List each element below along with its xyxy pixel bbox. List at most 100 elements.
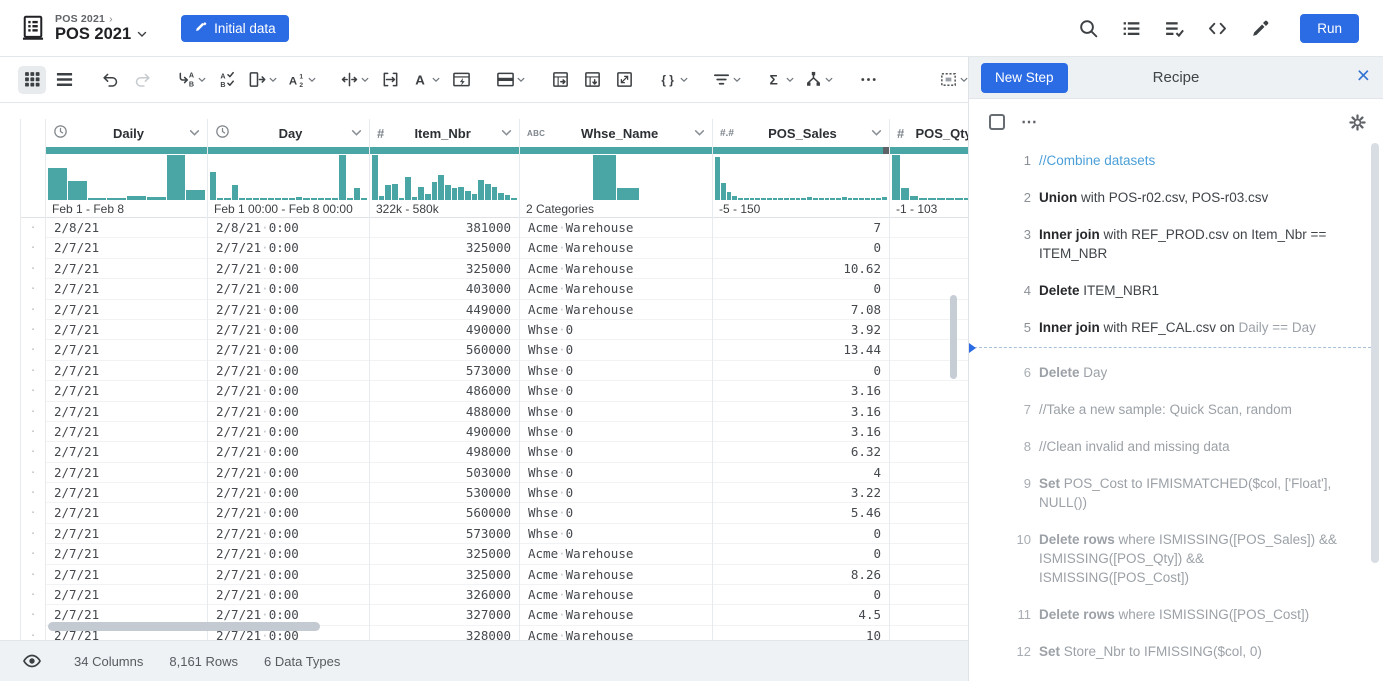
chevron-down-icon[interactable]: [871, 124, 882, 142]
toolbar-redo-icon[interactable]: [128, 66, 156, 94]
grid-cell[interactable]: Acme·Warehouse: [520, 605, 712, 625]
grid-cell[interactable]: 2/7/21: [46, 300, 207, 320]
toolbar-unpivot-icon[interactable]: [546, 66, 574, 94]
grid-cell[interactable]: 6.32: [713, 442, 889, 462]
toc-icon[interactable]: [1120, 17, 1142, 39]
grid-cell[interactable]: 2/7/21·0:00: [208, 503, 369, 523]
grid-cell[interactable]: 2/7/21: [46, 463, 207, 483]
toolbar-join-icon[interactable]: [801, 66, 836, 94]
row-handle[interactable]: ·: [21, 585, 45, 605]
quality-bar[interactable]: [890, 147, 968, 154]
grid-cell[interactable]: 2/7/21: [46, 585, 207, 605]
grid-cell[interactable]: 3.92: [713, 320, 889, 340]
grid-cell[interactable]: 326000: [370, 585, 519, 605]
row-handle[interactable]: ·: [21, 279, 45, 299]
toolbar-undo-icon[interactable]: [96, 66, 124, 94]
toolbar-lookup-icon[interactable]: AB: [174, 66, 209, 94]
grid-cell[interactable]: 5.46: [713, 503, 889, 523]
eyedropper-icon[interactable]: [1249, 17, 1271, 39]
grid-cell[interactable]: [890, 524, 968, 544]
grid-cell[interactable]: Acme·Warehouse: [520, 565, 712, 585]
grid-cell[interactable]: 10.62: [713, 259, 889, 279]
grid-cell[interactable]: 2/8/21·0:00: [208, 218, 369, 238]
grid-cell[interactable]: 325000: [370, 238, 519, 258]
grid-cell[interactable]: 0: [713, 585, 889, 605]
grid-cell[interactable]: Whse·0: [520, 524, 712, 544]
recipe-scrollbar[interactable]: [1371, 143, 1379, 563]
recipe-step-7[interactable]: 7//Take a new sample: Quick Scan, random: [1009, 400, 1348, 419]
quality-bar[interactable]: [208, 147, 369, 154]
grid-cell[interactable]: 2/7/21·0:00: [208, 259, 369, 279]
grid-cell[interactable]: 328000: [370, 626, 519, 640]
quality-bar[interactable]: [520, 147, 712, 154]
grid-cell[interactable]: 2/7/21: [46, 340, 207, 360]
row-handle[interactable]: ·: [21, 626, 45, 640]
grid-cell[interactable]: 2/7/21: [46, 442, 207, 462]
grid-cell[interactable]: 2/7/21: [46, 565, 207, 585]
grid-cell[interactable]: Acme·Warehouse: [520, 626, 712, 640]
toolbar-apply-functions-icon[interactable]: [447, 66, 475, 94]
grid-cell[interactable]: 530000: [370, 483, 519, 503]
grid-cell[interactable]: Acme·Warehouse: [520, 544, 712, 564]
grid-cell[interactable]: 327000: [370, 605, 519, 625]
toolbar-format-text-icon[interactable]: A: [408, 66, 443, 94]
grid-cell[interactable]: 490000: [370, 320, 519, 340]
toolbar-grid-view-icon[interactable]: [18, 66, 46, 94]
gear-icon[interactable]: [1348, 113, 1367, 132]
grid-cell[interactable]: [890, 402, 968, 422]
grid-cell[interactable]: 3.16: [713, 381, 889, 401]
grid-cell[interactable]: 2/8/21: [46, 218, 207, 238]
grid-cell[interactable]: 2/7/21·0:00: [208, 361, 369, 381]
grid-cell[interactable]: [890, 585, 968, 605]
histogram-POS_Sales[interactable]: [713, 155, 889, 200]
column-header-Daily[interactable]: Daily: [46, 119, 207, 147]
grid-cell[interactable]: 490000: [370, 422, 519, 442]
grid-cell[interactable]: 3.16: [713, 422, 889, 442]
histogram-POS_Qty[interactable]: [890, 155, 968, 200]
grid-cell[interactable]: 4.5: [713, 605, 889, 625]
toolbar-select-cells-icon[interactable]: [936, 66, 971, 94]
new-step-button[interactable]: New Step: [981, 63, 1068, 93]
eye-icon[interactable]: [22, 651, 42, 671]
row-handle[interactable]: ·: [21, 463, 45, 483]
row-handle[interactable]: ·: [21, 503, 45, 523]
select-all-checkbox[interactable]: [989, 114, 1005, 130]
toolbar-extract-icon[interactable]: [245, 66, 280, 94]
row-handle[interactable]: ·: [21, 320, 45, 340]
page-title[interactable]: POS 2021: [55, 25, 147, 44]
grid-cell[interactable]: [890, 565, 968, 585]
grid-cell[interactable]: 381000: [370, 218, 519, 238]
grid-cell[interactable]: 2/7/21·0:00: [208, 442, 369, 462]
grid-cell[interactable]: 2/7/21·0:00: [208, 524, 369, 544]
histogram-Daily[interactable]: [46, 155, 207, 200]
column-header-Whse_Name[interactable]: ABCWhse_Name: [520, 119, 712, 147]
grid-cell[interactable]: 325000: [370, 544, 519, 564]
grid-cell[interactable]: 560000: [370, 503, 519, 523]
row-handle[interactable]: ·: [21, 238, 45, 258]
grid-cell[interactable]: [890, 463, 968, 483]
grid-cell[interactable]: 2/7/21·0:00: [208, 320, 369, 340]
grid-cell[interactable]: Whse·0: [520, 422, 712, 442]
grid-cell[interactable]: 0: [713, 544, 889, 564]
toolbar-more-icon[interactable]: [854, 66, 882, 94]
chevron-down-icon[interactable]: [189, 124, 200, 142]
toolbar-sort-icon[interactable]: A12: [284, 66, 319, 94]
grid-cell[interactable]: [890, 605, 968, 625]
chevron-down-icon[interactable]: [694, 124, 705, 142]
toolbar-nest-icon[interactable]: { }: [656, 66, 691, 94]
grid-cell[interactable]: 573000: [370, 361, 519, 381]
chevron-down-icon[interactable]: [501, 124, 512, 142]
grid-cell[interactable]: 573000: [370, 524, 519, 544]
grid-cell[interactable]: 2/7/21·0:00: [208, 483, 369, 503]
grid-cell[interactable]: [890, 503, 968, 523]
recipe-step-10[interactable]: 10Delete rows where ISMISSING([POS_Sales…: [1009, 530, 1348, 587]
grid-cell[interactable]: [890, 259, 968, 279]
grid-cell[interactable]: 0: [713, 238, 889, 258]
grid-cell[interactable]: 2/7/21·0:00: [208, 340, 369, 360]
quality-bar[interactable]: [713, 147, 889, 154]
initial-data-button[interactable]: Initial data: [181, 15, 289, 42]
search-icon[interactable]: [1077, 17, 1099, 39]
column-header-POS_Qty[interactable]: #POS_Qty: [890, 119, 968, 147]
row-handle[interactable]: ·: [21, 442, 45, 462]
toolbar-transpose-icon[interactable]: [610, 66, 638, 94]
